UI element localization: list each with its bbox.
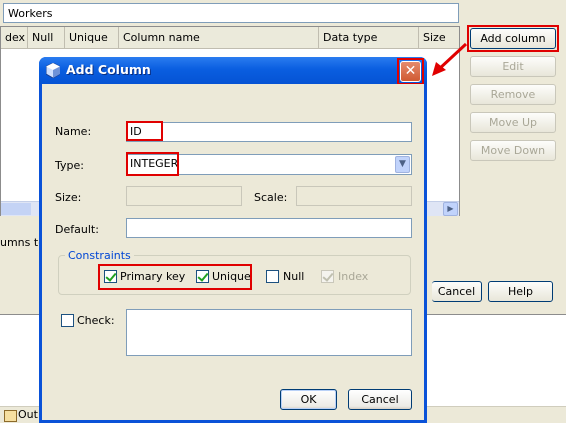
- name-label: Name:: [55, 125, 92, 138]
- help-button[interactable]: Help: [488, 281, 553, 302]
- edit-button[interactable]: Edit: [470, 56, 556, 77]
- columns-table-header: dex Null Unique Column name Data type Si…: [1, 27, 459, 49]
- remove-button[interactable]: Remove: [470, 84, 556, 105]
- column-header-index[interactable]: dex: [1, 27, 28, 49]
- check-checkbox[interactable]: [61, 314, 74, 327]
- cancel-button[interactable]: Cancel: [348, 389, 412, 410]
- name-input[interactable]: ID: [126, 122, 412, 142]
- index-checkbox: [321, 270, 334, 283]
- dialog-titlebar[interactable]: Add Column ✕: [39, 57, 427, 85]
- add-column-dialog: Add Column ✕ Name: ID Type: INTEGER ▼ Si…: [39, 57, 427, 423]
- name-highlight: [126, 121, 163, 141]
- type-label: Type:: [55, 159, 84, 172]
- check-expression-textarea[interactable]: [126, 309, 412, 356]
- constraints-legend: Constraints: [65, 249, 134, 262]
- dialog-body: Name: ID Type: INTEGER ▼ Size: Scale: De…: [42, 84, 424, 420]
- chevron-down-icon[interactable]: ▼: [395, 156, 410, 173]
- close-icon[interactable]: ✕: [397, 58, 424, 85]
- check-label[interactable]: Check:: [77, 314, 115, 327]
- column-header-data-type[interactable]: Data type: [319, 27, 419, 49]
- null-label[interactable]: Null: [283, 270, 304, 283]
- scale-label: Scale:: [254, 191, 288, 204]
- column-header-unique[interactable]: Unique: [65, 27, 119, 49]
- scale-input[interactable]: [296, 186, 412, 206]
- move-up-button[interactable]: Move Up: [470, 112, 556, 133]
- constraints-highlight: [98, 264, 252, 290]
- table-name-input[interactable]: Workers: [3, 3, 459, 23]
- move-down-button[interactable]: Move Down: [470, 140, 556, 161]
- null-checkbox[interactable]: [266, 270, 279, 283]
- column-header-column-name[interactable]: Column name: [119, 27, 319, 49]
- size-input[interactable]: [126, 186, 242, 206]
- type-highlight: [126, 152, 179, 176]
- size-label: Size:: [55, 191, 82, 204]
- scroll-right-arrow-icon[interactable]: ▶: [443, 202, 458, 216]
- database-icon: [46, 63, 60, 78]
- column-header-null[interactable]: Null: [28, 27, 65, 49]
- background-cancel-button[interactable]: Cancel: [432, 281, 482, 302]
- annotation-arrow-icon: [432, 42, 468, 76]
- default-label: Default:: [55, 223, 99, 236]
- ok-button[interactable]: OK: [280, 389, 337, 410]
- output-tab[interactable]: Out: [3, 408, 38, 423]
- default-input[interactable]: [126, 218, 412, 238]
- scrollbar-thumb[interactable]: [1, 203, 31, 215]
- add-column-button[interactable]: Add column: [467, 25, 559, 52]
- dialog-title: Add Column: [66, 62, 151, 77]
- index-label: Index: [338, 270, 369, 283]
